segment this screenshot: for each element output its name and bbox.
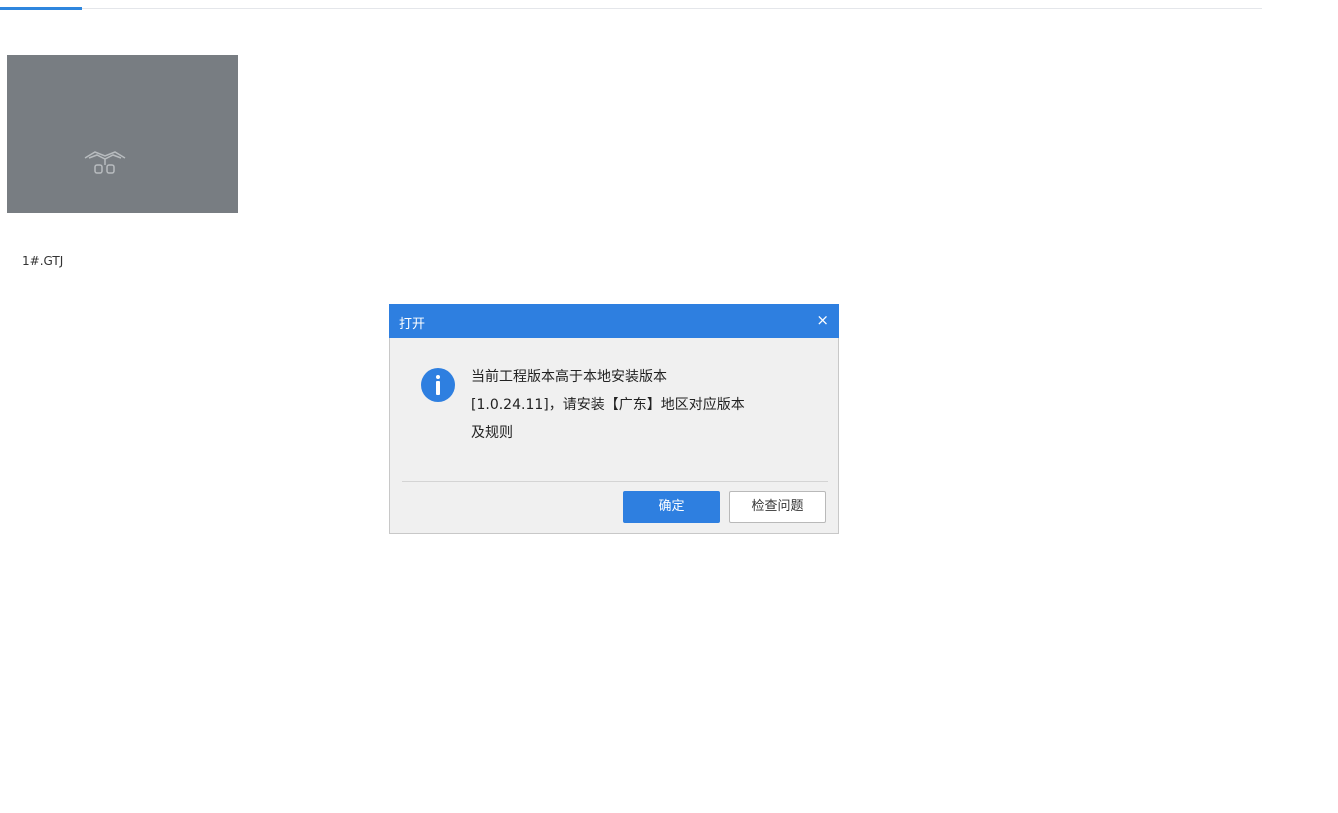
dialog-message: 当前工程版本高于本地安装版本 [1.0.24.11]，请安装【广东】地区对应版本… [471, 363, 821, 447]
active-tab-indicator [0, 7, 82, 10]
dialog-title: 打开 [399, 317, 426, 332]
close-icon[interactable]: × [816, 312, 829, 328]
message-line: 及规则 [471, 425, 513, 441]
open-dialog: 打开 × 当前工程版本高于本地安装版本 [1.0.24.11]，请安装【广东】地… [389, 304, 839, 534]
project-thumbnail[interactable] [7, 55, 238, 213]
info-icon [421, 368, 455, 402]
dialog-divider [402, 481, 828, 482]
message-line: 当前工程版本高于本地安装版本 [471, 369, 667, 385]
check-issues-button[interactable]: 检查问题 [729, 491, 826, 523]
project-thumbnail-icon [84, 151, 126, 174]
message-line: [1.0.24.11]，请安装【广东】地区对应版本 [471, 397, 745, 413]
dialog-title-bar: 打开 × [389, 304, 839, 338]
project-file-name[interactable]: 1#.GTJ [22, 254, 63, 268]
ok-button[interactable]: 确定 [623, 491, 720, 523]
top-divider [0, 8, 1262, 9]
